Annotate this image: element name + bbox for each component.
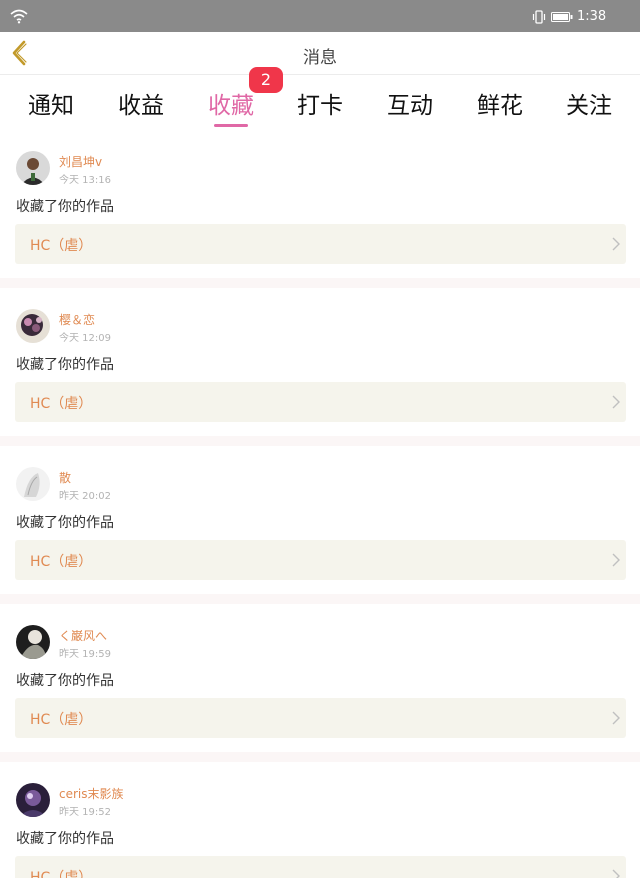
timestamp: 今天 12:09 — [59, 333, 111, 344]
avatar[interactable] — [16, 309, 50, 343]
chevron-right-icon — [612, 395, 620, 409]
tab-earnings[interactable]: 收益 — [96, 86, 186, 126]
username[interactable]: 樱＆恋 — [59, 311, 95, 328]
tab-interaction[interactable]: 互动 — [365, 86, 455, 126]
work-title: HC（虐） — [30, 396, 93, 412]
wifi-icon — [10, 9, 28, 24]
timestamp: 昨天 19:52 — [59, 807, 111, 818]
work-title: HC（虐） — [30, 712, 93, 728]
timestamp: 昨天 19:59 — [59, 649, 111, 660]
work-link[interactable]: HC（虐） — [15, 698, 626, 738]
timestamp: 今天 13:16 — [59, 175, 111, 186]
action-text: 收藏了你的作品 — [16, 831, 114, 847]
header: 消息 — [0, 32, 640, 75]
divider — [0, 278, 640, 288]
list-item: く巌风へ 昨天 19:59 收藏了你的作品 HC（虐） — [0, 604, 640, 752]
work-link[interactable]: HC（虐） — [15, 382, 626, 422]
divider — [0, 752, 640, 762]
unread-badge: 2 — [249, 67, 283, 93]
avatar[interactable] — [16, 151, 50, 185]
username[interactable]: 散 — [59, 469, 71, 486]
tab-checkin[interactable]: 打卡 — [275, 86, 365, 126]
chevron-right-icon — [612, 553, 620, 567]
chevron-right-icon — [612, 237, 620, 251]
battery-icon — [551, 12, 573, 22]
username[interactable]: く巌风へ — [59, 627, 107, 644]
chevron-right-icon — [612, 869, 620, 878]
list-item: 樱＆恋 今天 12:09 收藏了你的作品 HC（虐） — [0, 288, 640, 436]
tab-bar: 通知 收益 收藏 打卡 互动 鲜花 关注 — [0, 76, 640, 130]
avatar[interactable] — [16, 467, 50, 501]
divider — [0, 594, 640, 604]
status-bar: 1:38 — [0, 0, 640, 32]
action-text: 收藏了你的作品 — [16, 673, 114, 689]
tab-flowers[interactable]: 鲜花 — [455, 86, 545, 126]
active-tab-indicator — [214, 124, 248, 127]
work-link[interactable]: HC（虐） — [15, 540, 626, 580]
chevron-right-icon — [612, 711, 620, 725]
list-item: 刘昌坤v 今天 13:16 收藏了你的作品 HC（虐） — [0, 130, 640, 278]
tab-follow[interactable]: 关注 — [544, 86, 634, 126]
action-text: 收藏了你的作品 — [16, 199, 114, 215]
avatar[interactable] — [16, 783, 50, 817]
action-text: 收藏了你的作品 — [16, 515, 114, 531]
username[interactable]: 刘昌坤v — [59, 153, 102, 170]
divider — [0, 436, 640, 446]
work-link[interactable]: HC（虐） — [15, 224, 626, 264]
username[interactable]: ceris末影族 — [59, 785, 124, 802]
avatar[interactable] — [16, 625, 50, 659]
timestamp: 昨天 20:02 — [59, 491, 111, 502]
work-link[interactable]: HC（虐） — [15, 856, 626, 878]
notification-list: 刘昌坤v 今天 13:16 收藏了你的作品 HC（虐） 樱＆恋 今天 12:09… — [0, 130, 640, 878]
tab-favorites-label: 收藏 — [208, 93, 254, 119]
action-text: 收藏了你的作品 — [16, 357, 114, 373]
work-title: HC（虐） — [30, 870, 93, 878]
vibrate-icon — [532, 10, 546, 24]
work-title: HC（虐） — [30, 554, 93, 570]
status-time: 1:38 — [577, 9, 607, 24]
list-item: 散 昨天 20:02 收藏了你的作品 HC（虐） — [0, 446, 640, 594]
page-title: 消息 — [303, 48, 337, 68]
list-item: ceris末影族 昨天 19:52 收藏了你的作品 HC（虐） — [0, 762, 640, 878]
tab-notifications[interactable]: 通知 — [6, 86, 96, 126]
work-title: HC（虐） — [30, 238, 93, 254]
